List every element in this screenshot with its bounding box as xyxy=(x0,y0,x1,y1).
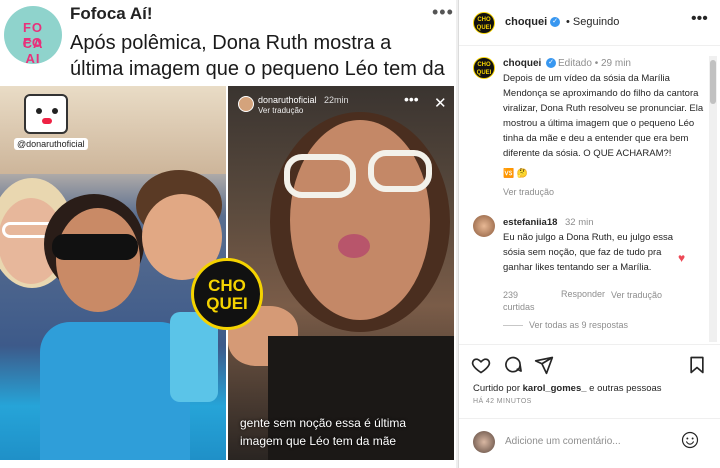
heart-icon[interactable] xyxy=(471,355,491,375)
woman-center-sunglasses xyxy=(52,234,138,260)
fofoca-post: FO FO CA AI Fofoca Aí! ••• Após polêmica… xyxy=(0,0,456,468)
close-icon[interactable]: ✕ xyxy=(434,94,447,112)
comment-icon[interactable] xyxy=(503,355,523,375)
replies-divider-line xyxy=(503,325,523,326)
following-button[interactable]: • Seguindo xyxy=(566,16,619,28)
post-username[interactable]: choquei xyxy=(505,16,547,28)
add-comment-bar xyxy=(459,418,720,464)
fofoca-logo-text-2: CA AI xyxy=(22,36,44,64)
photo-story: donaruthoficial 22min Ver tradução ••• ✕… xyxy=(228,86,454,460)
bookmark-icon[interactable] xyxy=(687,355,707,375)
verified-icon: ✓ xyxy=(550,17,560,27)
dog-eye-right xyxy=(52,108,58,114)
post-time-ago: HÁ 42 MINUTOS xyxy=(473,398,532,405)
post-actions: Curtido por karol_gomes_ e outras pessoa… xyxy=(459,344,720,414)
view-replies-link[interactable]: Ver todas as 9 respostas xyxy=(529,320,628,330)
liked-by-text[interactable]: Curtido por karol_gomes_ e outras pessoa… xyxy=(473,383,662,394)
emoji-icon[interactable] xyxy=(681,431,699,449)
woman-blue-shirt xyxy=(40,322,190,460)
instagram-post-panel: CHO QUEI choquei ✓ • Seguindo ••• CHO QU… xyxy=(458,0,720,468)
photo-handle-tag: @donaruthoficial xyxy=(14,138,88,150)
comment-like-heart-icon[interactable]: ♥ xyxy=(678,251,685,265)
selfie-glasses-left xyxy=(284,154,356,198)
fofoca-more-options-icon[interactable]: ••• xyxy=(432,2,454,23)
caption-avatar[interactable]: CHO QUEI xyxy=(473,57,495,79)
liked-by-user[interactable]: karol_gomes_ xyxy=(523,383,587,394)
comment-translate-link[interactable]: Ver tradução xyxy=(611,289,671,301)
fofoca-account-name[interactable]: Fofoca Aí! xyxy=(70,4,152,24)
caption-edited-time: Editado • 29 min xyxy=(558,58,631,69)
selfie-glasses-right xyxy=(368,150,432,192)
share-icon[interactable] xyxy=(534,355,554,375)
story-more-icon[interactable]: ••• xyxy=(404,91,419,107)
liked-by-suffix: e outras pessoas xyxy=(586,383,662,394)
fofoca-avatar[interactable]: FO FO CA AI xyxy=(4,6,62,64)
comment-likes-count[interactable]: 239 curtidas xyxy=(503,289,543,313)
verified-icon: ✓ xyxy=(546,58,556,68)
caption-translate-link[interactable]: Ver tradução xyxy=(503,187,554,197)
dog-nose xyxy=(42,118,52,124)
choquei-watermark-badge: CHO QUEI xyxy=(191,258,263,330)
photo-family: @donaruthoficial xyxy=(0,86,226,460)
story-username[interactable]: donaruthoficial xyxy=(258,95,317,105)
story-avatar[interactable] xyxy=(238,96,254,112)
caption-username[interactable]: choquei xyxy=(503,58,541,69)
post-header: CHO QUEI choquei ✓ • Seguindo ••• xyxy=(459,0,720,46)
post-more-options-icon[interactable]: ••• xyxy=(691,10,708,28)
comment-avatar[interactable] xyxy=(473,215,495,237)
comment-username[interactable]: estefaniia18 xyxy=(503,217,557,228)
caption-text: Depois de um vídeo da sósia da Marília M… xyxy=(503,73,704,159)
dog-logo-icon xyxy=(24,94,68,134)
comment-time: 32 min xyxy=(565,217,594,228)
comment-text: Eu não julgo a Dona Ruth, eu julgo essa … xyxy=(503,232,674,273)
story-translate-link[interactable]: Ver tradução xyxy=(258,106,303,115)
selfie-lips xyxy=(338,234,370,258)
current-user-avatar xyxy=(473,431,495,453)
add-comment-input[interactable] xyxy=(505,431,675,451)
story-caption: gente sem noção essa é última imagem que… xyxy=(240,416,407,448)
liked-by-prefix: Curtido por xyxy=(473,383,523,394)
comments-scrollbar-thumb[interactable] xyxy=(710,60,716,104)
story-time: 22min xyxy=(324,95,349,105)
comment-reply-link[interactable]: Responder xyxy=(561,289,605,299)
comments-scroll-area[interactable]: CHO QUEI choquei ✓ Editado • 29 min Depo… xyxy=(459,47,720,344)
choquei-avatar[interactable]: CHO QUEI xyxy=(473,12,495,34)
dog-eye-left xyxy=(36,108,42,114)
woman-center-face xyxy=(56,208,140,312)
caption-emoji: 🆚 🤔 xyxy=(503,168,528,178)
